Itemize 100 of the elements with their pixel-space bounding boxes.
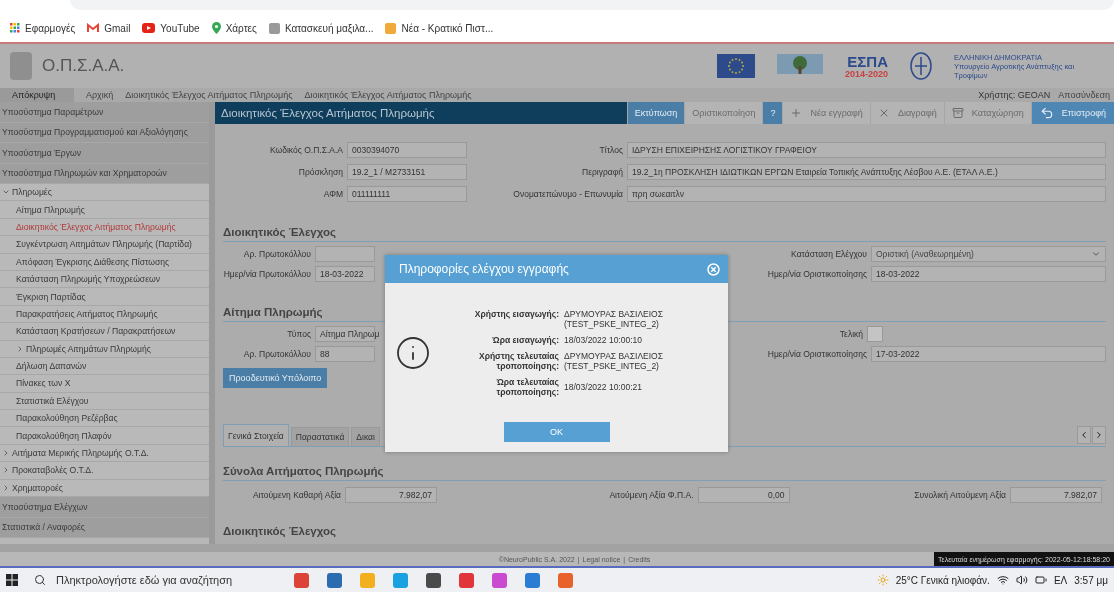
- dialog-title: Πληροφορίες ελέγχου εγγραφής: [399, 262, 569, 276]
- info-value: ΔΡΥΜΟΥΡΑΣ ΒΑΣΙΛΕΙΟΣ (TEST_PSKE_INTEG_2): [564, 350, 664, 371]
- amount-field[interactable]: 7.982,07: [345, 487, 437, 503]
- field-label: Τελική: [838, 329, 863, 339]
- taskbar-app-icon[interactable]: [525, 572, 540, 588]
- date-field[interactable]: 17-03-2022: [871, 346, 1106, 362]
- field-label: Ημερ/νία Οριστικοποίησης: [766, 349, 867, 359]
- checkbox[interactable]: [867, 326, 883, 342]
- text-field[interactable]: ΙΔΡΥΣΗ ΕΠΙΧΕΙΡΗΣΗΣ ΛΟΓΙΣΤΙΚΟΥ ΓΡΑΦΕΙΟΥ: [627, 142, 1106, 158]
- info-label: Ώρα εισαγωγής:: [491, 334, 559, 345]
- text-field[interactable]: 18-03-2022: [315, 266, 375, 282]
- hide-menu-button[interactable]: Απόκρυψη: [0, 88, 74, 102]
- taskbar-app-icon[interactable]: [492, 572, 507, 588]
- info-label: Ώρα τελευταίας τροποποίησης:: [495, 376, 559, 397]
- taskbar-app-icon[interactable]: [294, 572, 309, 588]
- field-label: Ημερ/νία Πρωτοκόλλου: [223, 269, 311, 279]
- taskbar-search-field[interactable]: Πληκτρολογήστε εδώ για αναζήτηση: [26, 569, 281, 591]
- field-label: Αιτούμενη Καθαρή Αξία: [251, 490, 341, 500]
- horizontal-scrollbar[interactable]: [0, 544, 1114, 552]
- sun-icon: [876, 574, 889, 586]
- bookmark[interactable]: Εφαρμογές: [10, 22, 76, 34]
- bookmark[interactable]: Χάρτες: [211, 22, 257, 34]
- amount-field[interactable]: 7.982,07: [1010, 487, 1102, 503]
- scroll-left-button[interactable]: [1077, 426, 1091, 444]
- breadcrumb-link[interactable]: Αρχική: [86, 90, 114, 100]
- sidebar-item[interactable]: Υποσύστημα Παραμέτρων: [0, 102, 209, 123]
- text-field[interactable]: 19.2_1η ΠΡΟΣΚΛΗΣΗ ΙΔΙΩΤΙΚΩΝ ΕΡΓΩΝ Εταιρεία Τοπικής Ανάπτυξης Λέσβου Α.Ε. (ΕΤΑΛ Α.Ε.): [627, 164, 1106, 180]
- chevron-right-icon: [1094, 430, 1104, 440]
- chevron-left-icon: [1079, 430, 1089, 440]
- page-title: Διοικητικός Έλεγχος Αιτήματος Πληρωμής: [215, 102, 627, 124]
- field-label: Τύπος: [286, 329, 311, 339]
- wifi-icon: [996, 574, 1009, 586]
- field-label: Κατάσταση Ελέγχου: [790, 249, 867, 259]
- toolbar-button[interactable]: ?: [763, 102, 783, 124]
- play-icon: [142, 23, 156, 33]
- chevron-right-icon: [16, 344, 24, 353]
- sidebar-item[interactable]: Υποσύστημα Πληρωμών και Χρηματοροών: [0, 163, 209, 184]
- tab[interactable]: Δικαι: [351, 427, 380, 446]
- bookmark[interactable]: Νέα - Κρατικό Πιστ...: [385, 22, 494, 34]
- back-arrow-icon: [1039, 106, 1054, 120]
- breadcrumb-link[interactable]: Διοικητικός Έλεγχος Αιτήματος Πληρωμής: [125, 90, 293, 100]
- cart-icon: [268, 22, 280, 34]
- search-icon: [34, 574, 46, 586]
- windows-logo-icon[interactable]: [6, 574, 18, 586]
- chevron-down-icon: [1091, 249, 1101, 259]
- taskbar-app-icon[interactable]: [426, 572, 441, 588]
- tab[interactable]: Παραστατικά: [290, 427, 350, 446]
- taskbar-app-icon[interactable]: [459, 572, 474, 588]
- tab[interactable]: Γενικά Στοιχεία: [223, 424, 289, 446]
- date-field[interactable]: 18-03-2022: [871, 266, 1106, 282]
- toolbar-button[interactable]: Επιστροφή: [1031, 102, 1114, 124]
- field-label: Πρόσκληση: [297, 167, 343, 177]
- close-button[interactable]: [707, 262, 720, 276]
- close-icon: [707, 262, 720, 276]
- balance-button[interactable]: Προοδευτικό Υπόλοιπο: [223, 368, 328, 388]
- breadcrumb-link[interactable]: Διοικητικός Έλεγχος Αιτήματος Πληρωμής: [304, 90, 472, 100]
- app-logo: [10, 52, 32, 80]
- field-label: Αρ. Πρωτοκόλλου: [242, 349, 311, 359]
- field-label: Περιγραφή: [581, 167, 623, 177]
- field-label: Ονοματεπώνυμο - Επωνυμία: [512, 189, 623, 199]
- weather-text: 25°C Γενικά ηλιοφάν.: [895, 574, 990, 586]
- clock-text: 3:57 μμ: [1074, 574, 1108, 586]
- sidebar-item[interactable]: Στατιστικά / Αναφορές: [0, 517, 209, 539]
- text-field[interactable]: πρη σωεαιτλν: [627, 186, 1106, 202]
- mail-icon: [87, 23, 100, 33]
- archive-icon: [951, 107, 964, 119]
- toolbar-button[interactable]: Εκτύπωση: [627, 102, 685, 124]
- news-icon: [385, 22, 397, 34]
- info-label: Χρήστης τελευταίας τροποποίησης:: [477, 350, 559, 371]
- text-field[interactable]: 19.2_1 / M2733151: [347, 164, 467, 180]
- plus-icon: [790, 107, 803, 119]
- scroll-right-button[interactable]: [1092, 426, 1106, 444]
- bookmark[interactable]: Gmail: [87, 22, 131, 34]
- info-value: 18/03/2022 10:00:21: [564, 381, 643, 392]
- sidebar-item[interactable]: Υποσύστημα Προγραμματισμού και Αξιολόγησης: [0, 122, 209, 143]
- battery-icon: [1034, 574, 1047, 586]
- text-field[interactable]: [315, 246, 375, 262]
- emblem-icon: [910, 52, 932, 80]
- section-heading: Διοικητικός Έλεγχος: [223, 226, 1106, 242]
- amount-field[interactable]: 0,00: [697, 487, 790, 503]
- info-label: Χρήστης εισαγωγής:: [473, 308, 559, 321]
- text-field[interactable]: 011111111: [347, 186, 467, 202]
- text-field[interactable]: 88: [315, 346, 375, 362]
- sidebar-item[interactable]: Υποσύστημα Έργων: [0, 143, 209, 164]
- bookmark[interactable]: YouTube: [142, 22, 200, 34]
- text-field[interactable]: 0030394070: [347, 142, 467, 158]
- app-title: Ο.Π.Σ.Α.Α.: [42, 56, 126, 76]
- status-select[interactable]: Οριστική (Αναθεωρημένη): [871, 246, 1106, 262]
- bookmark[interactable]: Κατασκευή μαξιλα...: [268, 22, 374, 34]
- field-label: Αρ. Πρωτοκόλλου: [242, 249, 311, 259]
- field-label: ΑΦΜ: [322, 189, 343, 199]
- map-pin-icon: [211, 22, 221, 34]
- espa-logo: ΕΣΠΑ 2014-2020: [844, 53, 888, 79]
- field-label: Κωδικός Ο.Π.Σ.Α.Α: [269, 145, 343, 155]
- language-indicator: ΕΛ: [1053, 574, 1068, 586]
- logout-link[interactable]: Αποσύνδεση: [1058, 90, 1110, 100]
- speaker-icon: [1015, 574, 1028, 586]
- sidebar-item[interactable]: Υποσύστημα Ελέγχων: [0, 497, 209, 518]
- taskbar-app-icon[interactable]: [327, 572, 342, 588]
- eu-flag-icon: [716, 54, 755, 78]
